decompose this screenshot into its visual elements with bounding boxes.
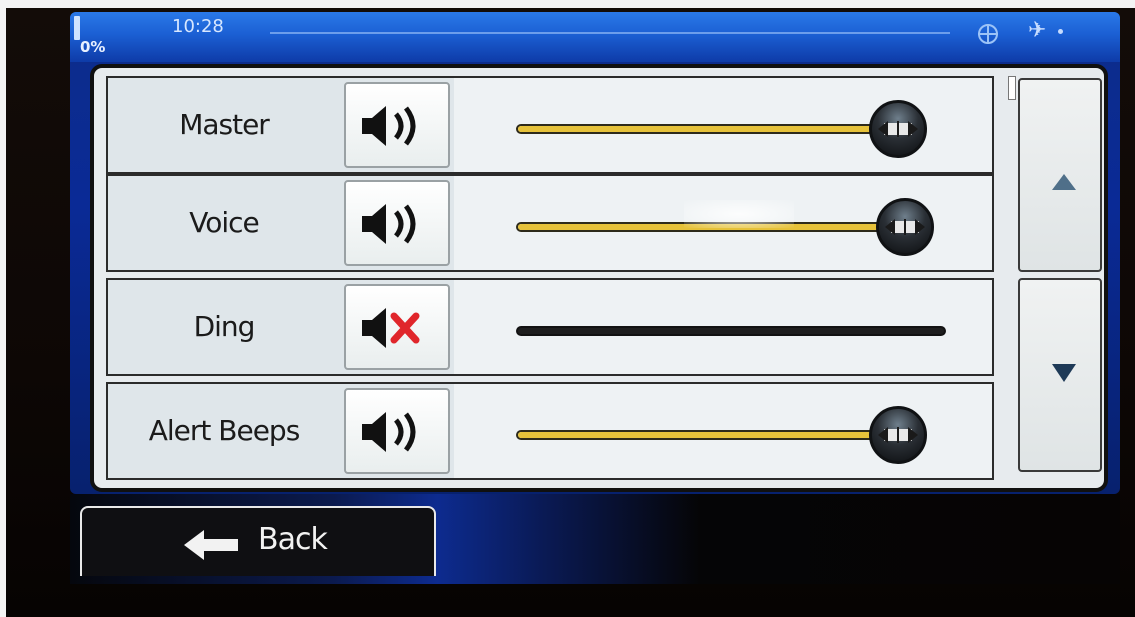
volume-slider[interactable] <box>454 280 992 374</box>
satellite-icon: ✈ <box>1028 18 1047 43</box>
left-right-arrows-icon <box>885 219 926 235</box>
status-bar: 0% 10:28 ✈ <box>70 12 1120 62</box>
triangle-down-icon <box>1052 364 1076 382</box>
globe-icon <box>978 24 998 44</box>
photo-edge-top <box>0 0 1135 8</box>
slider-fill <box>518 126 885 132</box>
clock: 10:28 <box>172 16 224 37</box>
volume-row-master: Master <box>106 76 994 174</box>
slider-knob[interactable] <box>876 198 935 256</box>
back-button[interactable]: Back <box>80 506 436 576</box>
scrollbar-thumb[interactable] <box>1008 76 1016 100</box>
arrow-left-icon <box>184 530 238 560</box>
speaker-muted-icon <box>362 308 420 348</box>
row-label: Master <box>179 108 270 141</box>
screen-glare <box>684 200 794 228</box>
scroll-down-button[interactable] <box>1018 278 1102 472</box>
volume-row-ding: Ding <box>106 278 994 376</box>
speaker-on-icon <box>362 204 416 244</box>
battery-icon <box>74 16 80 40</box>
mute-toggle-button[interactable] <box>344 284 450 370</box>
slider-knob[interactable] <box>868 406 927 464</box>
volume-slider[interactable] <box>454 384 992 478</box>
volume-slider[interactable] <box>454 78 992 172</box>
slider-knob[interactable] <box>868 100 927 158</box>
mute-toggle-button[interactable] <box>344 388 450 474</box>
slider-track <box>516 430 906 440</box>
left-right-arrows-icon <box>877 427 918 443</box>
row-label: Voice <box>189 206 260 239</box>
gps-dot <box>1058 29 1063 34</box>
row-label: Alert Beeps <box>148 414 301 447</box>
volume-row-voice: Voice <box>106 174 994 272</box>
mute-toggle-button[interactable] <box>344 82 450 168</box>
row-label: Ding <box>193 310 256 343</box>
volume-row-alert-beeps: Alert Beeps <box>106 382 994 480</box>
battery-percent: 0% <box>80 38 106 56</box>
triangle-up-icon <box>1052 174 1076 190</box>
volume-panel: Master Voice Ding Alert Beeps <box>90 64 1108 492</box>
slider-fill <box>518 432 885 438</box>
mute-toggle-button[interactable] <box>344 180 450 266</box>
slider-track <box>516 124 906 134</box>
left-right-arrows-icon <box>877 121 918 137</box>
speaker-on-icon <box>362 106 416 146</box>
status-divider <box>270 32 950 34</box>
scroll-up-button[interactable] <box>1018 78 1102 272</box>
speaker-on-icon <box>362 412 416 452</box>
slider-track <box>516 326 946 336</box>
back-label: Back <box>258 522 328 557</box>
